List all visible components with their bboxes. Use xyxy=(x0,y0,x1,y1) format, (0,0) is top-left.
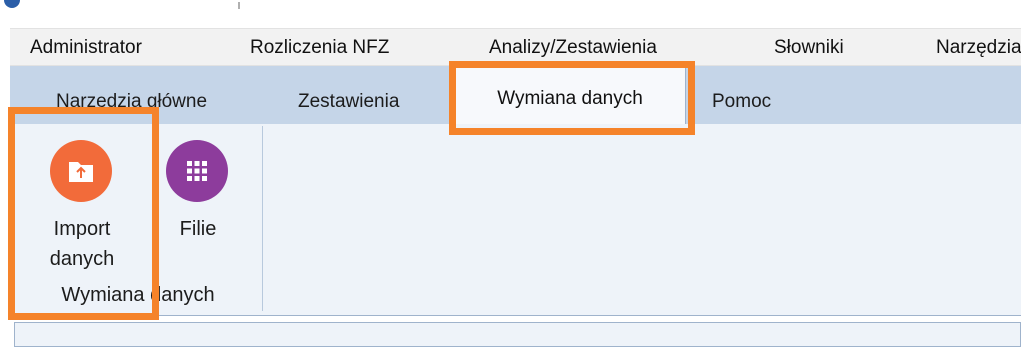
tab-reports[interactable]: Zestawienia xyxy=(298,84,399,120)
menu-item-tools[interactable]: Narzędzia xyxy=(936,29,1021,67)
tab-main-tools[interactable]: Narzędzia główne xyxy=(56,84,207,120)
main-menu-bar: Administrator Rozliczenia NFZ Analizy/Ze… xyxy=(10,28,1021,66)
tab-data-exchange[interactable]: Wymiana danych xyxy=(454,67,686,129)
menu-item-analyses-reports[interactable]: Analizy/Zestawienia xyxy=(489,29,657,67)
import-data-label-line2: danych xyxy=(49,248,115,270)
title-bar xyxy=(0,0,1021,18)
branches-button[interactable]: Filie xyxy=(154,136,242,246)
menu-item-nfz-settlements[interactable]: Rozliczenia NFZ xyxy=(250,29,389,67)
grid-icon xyxy=(166,140,228,202)
ribbon-group-label: Wymiana danych xyxy=(61,284,215,306)
menu-item-dictionaries[interactable]: Słowniki xyxy=(774,29,844,67)
tab-help[interactable]: Pomoc xyxy=(712,84,771,120)
title-bar-fragment xyxy=(238,2,240,9)
folder-upload-icon xyxy=(50,140,112,202)
import-data-button[interactable]: Import danych xyxy=(30,136,134,276)
menu-item-administrator[interactable]: Administrator xyxy=(30,29,142,67)
import-data-label-line1: Import xyxy=(53,218,111,240)
workspace-panel xyxy=(14,322,1021,347)
branches-label: Filie xyxy=(179,218,217,240)
app-icon xyxy=(4,0,20,8)
